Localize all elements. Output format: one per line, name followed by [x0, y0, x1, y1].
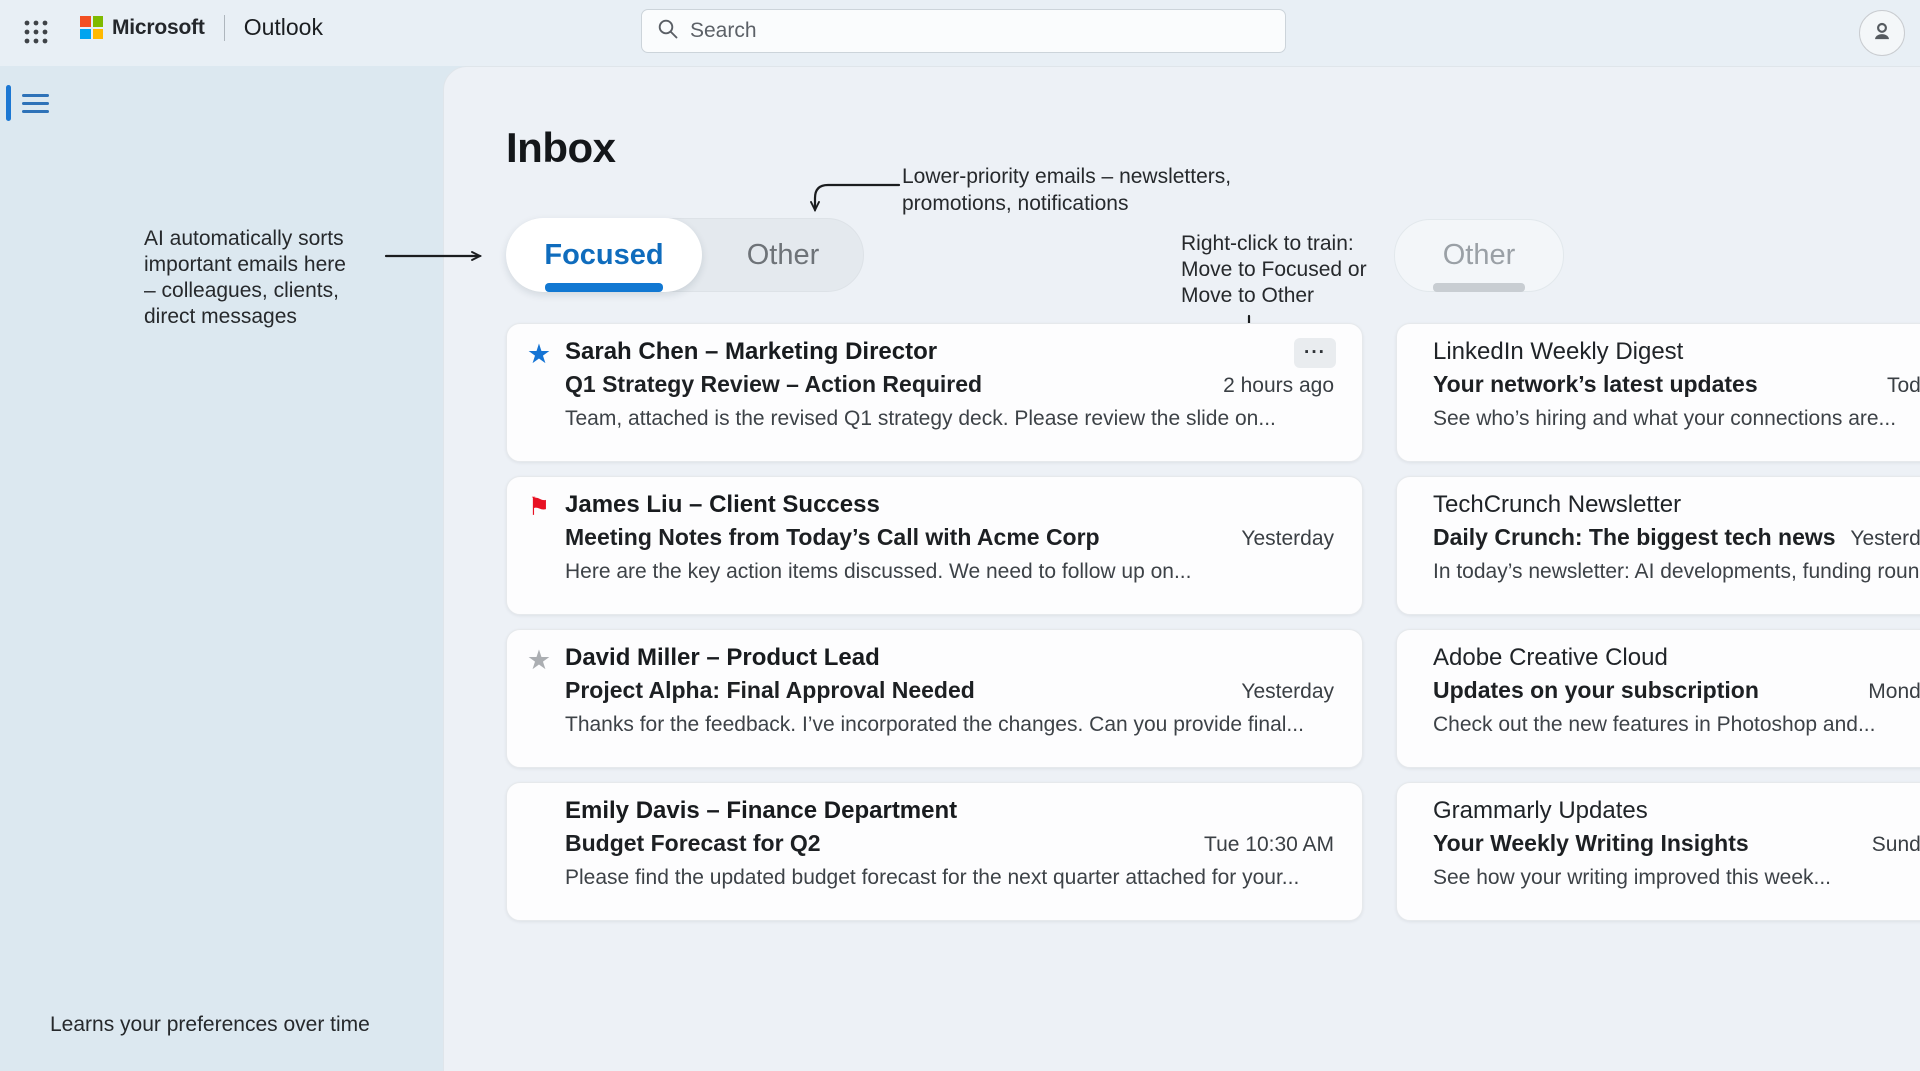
brand-header[interactable]: Microsoft Outlook	[80, 14, 323, 41]
annotation-other-note: Lower-priority emails – newsletters, pro…	[902, 163, 1262, 217]
email-time: Sunday	[1872, 829, 1920, 861]
flag-red-icon[interactable]: ⚑	[521, 491, 557, 523]
email-time: 2 hours ago	[1223, 370, 1334, 402]
email-time: Monday	[1868, 676, 1920, 708]
email-time: Today	[1887, 370, 1920, 402]
star-gray-icon[interactable]: ★	[521, 644, 557, 676]
email-preview: See who’s hiring and what your connectio…	[1433, 404, 1920, 434]
email-sender: TechCrunch Newsletter	[1433, 489, 1920, 521]
brand-divider	[224, 15, 225, 41]
tab-focused[interactable]: Focused	[506, 218, 702, 292]
page-title: Inbox	[506, 124, 616, 172]
hamburger-menu-button[interactable]	[22, 88, 49, 118]
email-card-linkedin[interactable]: LinkedIn Weekly Digest Your network’s la…	[1396, 323, 1920, 462]
email-subject: Daily Crunch: The biggest tech news	[1433, 521, 1836, 553]
waffle-icon	[23, 33, 49, 48]
brand-name: Microsoft	[112, 16, 205, 40]
email-sender: Grammarly Updates	[1433, 795, 1920, 827]
email-time: Yesterday	[1241, 676, 1334, 708]
account-button[interactable]	[1859, 10, 1905, 56]
annotation-footer-note: Learns your preferences over time	[50, 1012, 370, 1038]
search-bar[interactable]	[641, 9, 1286, 53]
nav-accent-bar	[6, 85, 11, 121]
search-input[interactable]	[690, 19, 1271, 43]
email-preview: Check out the new features in Photoshop …	[1433, 710, 1920, 740]
email-preview: In today’s newsletter: AI developments, …	[1433, 557, 1920, 587]
email-time: Yesterday	[1241, 523, 1334, 555]
annotation-line: Lower-priority emails – newsletters,	[902, 163, 1262, 190]
email-subject: Your network’s latest updates	[1433, 368, 1758, 400]
microsoft-logo-icon	[80, 16, 103, 39]
email-sender: LinkedIn Weekly Digest	[1433, 336, 1920, 368]
app-launcher-button[interactable]	[16, 13, 56, 53]
email-preview: Thanks for the feedback. I’ve incorporat…	[565, 710, 1334, 740]
annotation-line: Right-click to train:	[1181, 231, 1411, 257]
email-card-grammarly[interactable]: Grammarly Updates Your Weekly Writing In…	[1396, 782, 1920, 921]
annotation-train-note: Right-click to train: Move to Focused or…	[1181, 231, 1411, 309]
other-column-underline	[1433, 283, 1525, 292]
email-time: Yesterday	[1850, 523, 1920, 555]
search-icon	[656, 17, 680, 46]
annotation-line: Move to Focused or	[1181, 257, 1411, 283]
top-bar: Microsoft Outlook	[0, 0, 1920, 66]
annotation-line: Move to Other	[1181, 283, 1411, 309]
email-card-james-liu[interactable]: ⚑ James Liu – Client Success Meeting Not…	[506, 476, 1363, 615]
email-preview: Please find the updated budget forecast …	[565, 863, 1334, 893]
star-blue-icon[interactable]: ★	[521, 338, 557, 370]
email-preview: Here are the key action items discussed.…	[565, 557, 1334, 587]
outlook-focused-inbox-page: Microsoft Outlook AI au	[0, 0, 1920, 1071]
email-subject: Updates on your subscription	[1433, 674, 1759, 706]
annotation-focused-note: AI automatically sorts important emails …	[144, 226, 404, 330]
other-column-header[interactable]: Other	[1394, 219, 1564, 292]
tab-other-label: Other	[747, 239, 820, 272]
email-subject: Project Alpha: Final Approval Needed	[565, 674, 975, 706]
email-card-david-miller[interactable]: ★ David Miller – Product Lead Project Al…	[506, 629, 1363, 768]
tab-focused-label: Focused	[544, 239, 663, 272]
annotation-line: promotions, notifications	[902, 190, 1262, 217]
email-sender: Sarah Chen – Marketing Director	[565, 336, 1334, 368]
annotation-line: – colleagues, clients,	[144, 278, 404, 304]
other-column-label: Other	[1443, 239, 1516, 272]
email-sender: David Miller – Product Lead	[565, 642, 1334, 674]
email-sender: James Liu – Client Success	[565, 489, 1334, 521]
annotation-line: important emails here	[144, 252, 404, 278]
email-subject: Budget Forecast for Q2	[565, 827, 821, 859]
email-sender: Emily Davis – Finance Department	[565, 795, 1334, 827]
annotation-line: AI automatically sorts	[144, 226, 404, 252]
email-subject: Q1 Strategy Review – Action Required	[565, 368, 982, 400]
email-preview: Team, attached is the revised Q1 strateg…	[565, 404, 1334, 434]
email-subject: Your Weekly Writing Insights	[1433, 827, 1749, 859]
email-card-adobe[interactable]: Adobe Creative Cloud Updates on your sub…	[1396, 629, 1920, 768]
person-icon	[1869, 19, 1895, 48]
email-subject: Meeting Notes from Today’s Call with Acm…	[565, 521, 1100, 553]
email-card-emily-davis[interactable]: Emily Davis – Finance Department Budget …	[506, 782, 1363, 921]
email-preview: See how your writing improved this week.…	[1433, 863, 1920, 893]
email-sender: Adobe Creative Cloud	[1433, 642, 1920, 674]
tab-focused-underline	[545, 283, 663, 292]
tab-other[interactable]: Other	[702, 218, 864, 292]
more-options-button[interactable]: ···	[1294, 338, 1336, 368]
email-time: Tue 10:30 AM	[1204, 829, 1334, 861]
email-card-techcrunch[interactable]: TechCrunch Newsletter Daily Crunch: The …	[1396, 476, 1920, 615]
annotation-line: direct messages	[144, 304, 404, 330]
app-name: Outlook	[244, 14, 323, 41]
email-card-sarah-chen[interactable]: ★ Sarah Chen – Marketing Director Q1 Str…	[506, 323, 1363, 462]
